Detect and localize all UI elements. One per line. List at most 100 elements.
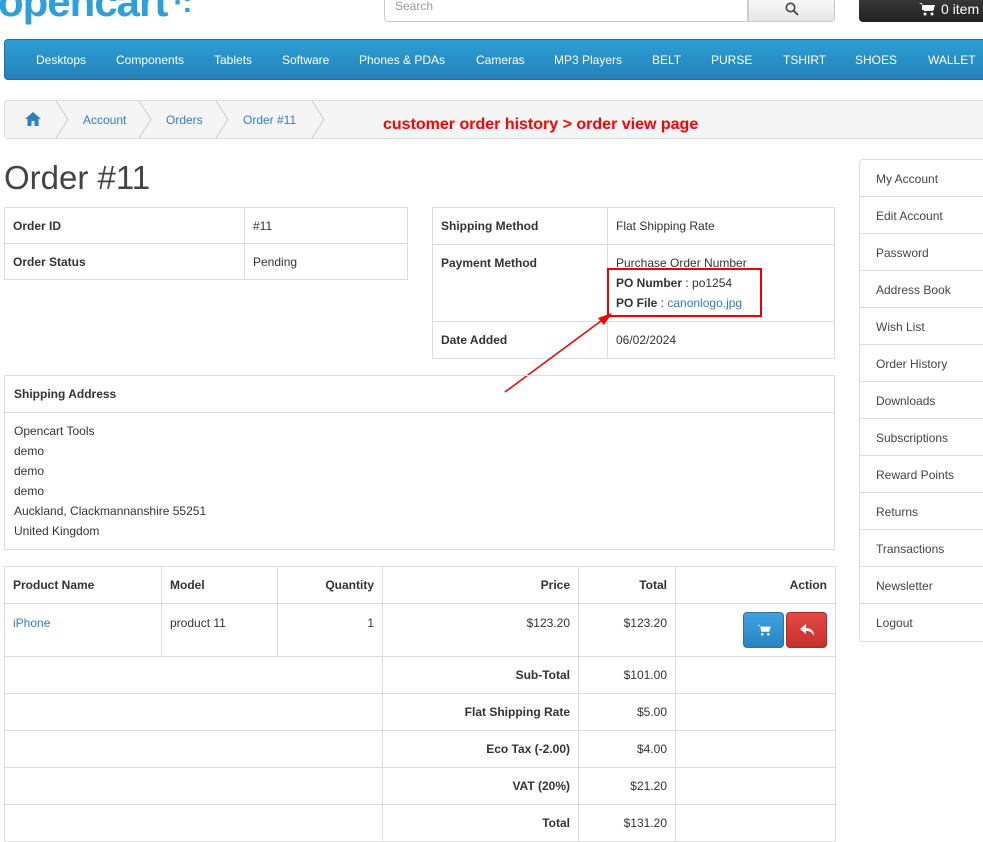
address-line: demo — [14, 444, 45, 458]
totals-value: $5.00 — [578, 693, 676, 731]
totals-value: $21.20 — [578, 767, 676, 805]
sidebar-item-my-account[interactable]: My Account — [860, 160, 983, 197]
menu-item-tablets[interactable]: Tablets — [214, 53, 252, 67]
menu-item-shoes[interactable]: SHOES — [855, 53, 897, 67]
table-row: Order Status Pending — [4, 243, 408, 280]
breadcrumb-separator-icon — [311, 101, 325, 138]
breadcrumb-account[interactable]: Account — [83, 113, 126, 127]
page-title: Order #11 — [4, 159, 151, 196]
menu-item-phones[interactable]: Phones & PDAs — [359, 53, 445, 67]
totals-label: VAT (20%) — [382, 767, 579, 805]
order-info-table: Order ID #11 Order Status Pending — [4, 207, 408, 280]
column-header: Model — [161, 566, 278, 604]
totals-row: VAT (20%) $21.20 — [4, 767, 836, 805]
totals-label: Total — [382, 804, 579, 842]
column-header: Price — [382, 566, 579, 604]
sidebar-item-transactions[interactable]: Transactions — [860, 530, 983, 567]
column-header: Product Name — [4, 566, 162, 604]
sidebar-item-downloads[interactable]: Downloads — [860, 382, 983, 419]
totals-label: Sub-Total — [382, 656, 579, 694]
order-status-value: Pending — [244, 243, 408, 280]
sidebar-item-subscriptions[interactable]: Subscriptions — [860, 419, 983, 456]
column-header: Total — [578, 566, 676, 604]
totals-row: Sub-Total $101.00 — [4, 656, 836, 694]
sidebar-item-reward-points[interactable]: Reward Points — [860, 456, 983, 493]
table-row: Date Added 06/02/2024 — [432, 321, 835, 359]
opencart-logo[interactable]: opencart ·: — [0, 0, 192, 26]
menu-item-mp3-players[interactable]: MP3 Players — [554, 53, 622, 67]
address-line: demo — [14, 464, 45, 478]
totals-value: $4.00 — [578, 730, 676, 768]
totals-label: Eco Tax (-2.00) — [382, 730, 579, 768]
products-table: Product Name Model Quantity Price Total … — [4, 566, 836, 842]
product-price: $123.20 — [382, 603, 579, 657]
breadcrumb-separator-icon — [55, 101, 69, 138]
totals-label: Flat Shipping Rate — [382, 693, 579, 731]
shipping-method-value: Flat Shipping Rate — [607, 207, 835, 245]
cart-icon — [756, 624, 771, 636]
shipping-address-panel: Shipping Address Opencart Tools demo dem… — [4, 375, 835, 550]
sidebar-item-edit-account[interactable]: Edit Account — [860, 197, 983, 234]
menu-item-tshirt[interactable]: TSHIRT — [783, 53, 826, 67]
top-menu: Desktops Components Tablets Software Pho… — [4, 39, 983, 80]
order-id-label: Order ID — [4, 207, 245, 244]
column-header: Quantity — [277, 566, 383, 604]
product-actions — [675, 603, 836, 657]
sidebar-item-address-book[interactable]: Address Book — [860, 271, 983, 308]
logo-cart-icon: ·: — [173, 0, 192, 19]
address-line: Auckland, Clackmannanshire 55251 — [14, 504, 207, 518]
product-total: $123.20 — [578, 603, 676, 657]
breadcrumb-separator-icon — [138, 101, 152, 138]
shipping-address-heading: Shipping Address — [5, 376, 834, 413]
logo-text: opencart — [0, 0, 168, 25]
sidebar-item-returns[interactable]: Returns — [860, 493, 983, 530]
menu-item-belt[interactable]: BELT — [652, 53, 681, 67]
totals-value: $101.00 — [578, 656, 676, 694]
cart-button[interactable]: 0 item — [859, 0, 983, 22]
totals-value: $131.20 — [578, 804, 676, 842]
product-name-link[interactable]: iPhone — [13, 616, 50, 630]
totals-row: Flat Shipping Rate $5.00 — [4, 693, 836, 731]
address-line: Opencart Tools — [14, 424, 95, 438]
return-button[interactable] — [786, 612, 827, 648]
totals-row: Eco Tax (-2.00) $4.00 — [4, 730, 836, 768]
menu-item-cameras[interactable]: Cameras — [476, 53, 525, 67]
cart-total: 0 item — [941, 1, 980, 17]
breadcrumb-order[interactable]: Order #11 — [243, 113, 296, 127]
sidebar-item-newsletter[interactable]: Newsletter — [860, 567, 983, 604]
table-row: Shipping Method Flat Shipping Rate — [432, 207, 835, 245]
order-id-value: #11 — [244, 207, 408, 244]
shipping-method-label: Shipping Method — [432, 207, 608, 245]
search-input[interactable] — [384, 0, 748, 22]
annotation-highlight-box — [607, 268, 762, 317]
menu-item-wallet[interactable]: WALLET — [928, 53, 976, 67]
table-header-row: Product Name Model Quantity Price Total … — [4, 566, 836, 604]
menu-item-components[interactable]: Components — [116, 53, 184, 67]
reorder-button[interactable] — [743, 612, 784, 648]
breadcrumb-separator-icon — [215, 101, 229, 138]
cart-icon — [919, 3, 935, 16]
totals-row: Total $131.20 — [4, 804, 836, 842]
address-line: demo — [14, 484, 45, 498]
sidebar-item-order-history[interactable]: Order History — [860, 345, 983, 382]
menu-item-purse[interactable]: PURSE — [711, 53, 752, 67]
product-model: product 11 — [161, 603, 278, 657]
annotation-text: customer order history > order view page — [383, 116, 699, 133]
breadcrumb-orders[interactable]: Orders — [166, 113, 203, 127]
account-sidebar: My Account Edit Account Password Address… — [859, 159, 983, 642]
column-header: Action — [675, 566, 836, 604]
sidebar-item-wish-list[interactable]: Wish List — [860, 308, 983, 345]
product-quantity: 1 — [277, 603, 383, 657]
search-icon — [785, 2, 799, 16]
search-button[interactable] — [748, 0, 835, 22]
sidebar-item-logout[interactable]: Logout — [860, 604, 983, 641]
table-row: Order ID #11 — [4, 207, 408, 244]
order-status-label: Order Status — [4, 243, 245, 280]
menu-item-software[interactable]: Software — [282, 53, 329, 67]
reply-icon — [799, 624, 814, 636]
home-icon[interactable] — [24, 111, 42, 127]
sidebar-item-password[interactable]: Password — [860, 234, 983, 271]
menu-item-desktops[interactable]: Desktops — [36, 53, 86, 67]
address-line: United Kingdom — [14, 524, 100, 538]
table-row: iPhone product 11 1 $123.20 $123.20 — [4, 603, 836, 657]
